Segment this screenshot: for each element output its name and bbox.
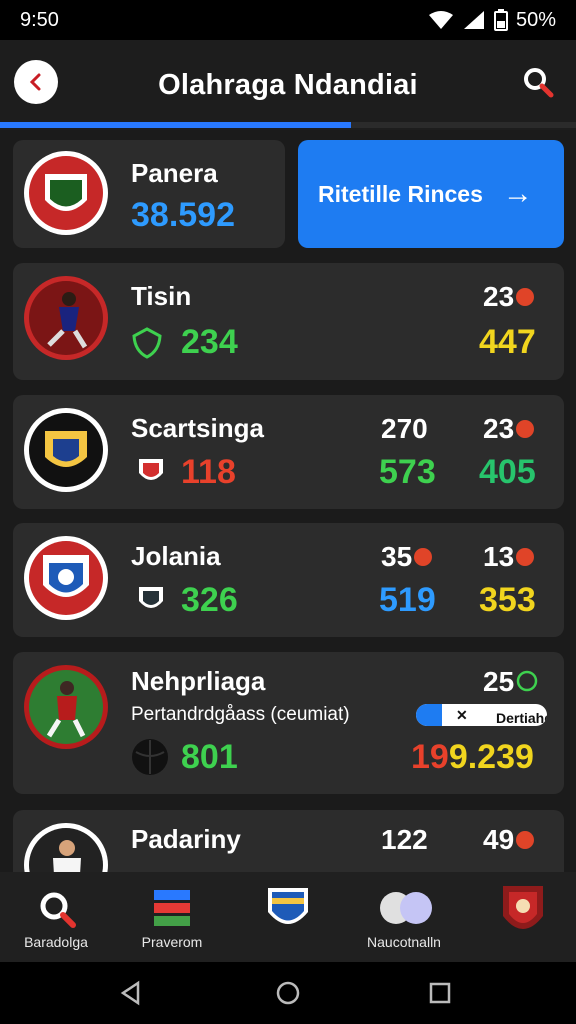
card-value: 801 <box>181 738 238 776</box>
status-time: 9:50 <box>20 8 59 31</box>
header-progress <box>0 122 576 128</box>
summary-name: Panera <box>131 158 218 188</box>
combined-left: 19 <box>411 738 449 776</box>
stat-b-label: 49 <box>483 824 535 856</box>
summary-card[interactable]: Panera 38.592 <box>13 140 285 248</box>
nav-item-stats[interactable]: Praverom <box>122 872 222 962</box>
header-progress-fill <box>0 122 352 128</box>
card-name: Padariny <box>131 824 241 854</box>
team-crest-icon <box>24 408 108 492</box>
player-card-padariny[interactable]: Padariny 122 49 <box>13 810 564 872</box>
card-subtitle: Pertandrdgåass (ceumiat) <box>131 704 350 725</box>
club-badge-icon <box>139 587 163 608</box>
team-crest-icon <box>24 151 108 235</box>
status-bar: 9:50 50% <box>0 0 576 40</box>
ball-icon <box>516 419 535 438</box>
cta-label: Ritetille Rinces <box>318 180 483 207</box>
search-icon <box>524 68 554 98</box>
stat-a-text: 35 <box>381 541 413 572</box>
ball-icon <box>516 547 535 566</box>
stat-a-label: 122 <box>381 824 428 855</box>
card-value: 326 <box>181 581 238 619</box>
combined-right: 9.239 <box>448 738 534 776</box>
home-circle-icon[interactable] <box>275 980 301 1006</box>
nav-item-balls[interactable]: Naucotnalln <box>354 872 454 962</box>
card-value: 234 <box>181 323 238 361</box>
stat-a-label: 35 <box>381 541 433 573</box>
signal-icon <box>463 11 484 29</box>
player-card-scartsinga[interactable]: Scartsinga 118 270 573 23 405 <box>13 395 564 509</box>
card-name: Tisin <box>131 281 192 311</box>
toggle-label: Dertiahdac ✕ <box>456 707 547 726</box>
card-name: Jolania <box>131 541 221 571</box>
stat-b-label: 23 <box>483 281 535 313</box>
nav-item-shield[interactable] <box>474 872 574 962</box>
recents-square-icon[interactable] <box>428 980 452 1006</box>
stat-a-label: 270 <box>381 413 428 444</box>
status-ring-icon <box>516 670 538 691</box>
back-button[interactable] <box>14 60 58 104</box>
stat-a-value: 573 <box>379 453 436 491</box>
nav-label: Naucotnalln <box>367 934 441 950</box>
wifi-icon <box>428 11 453 29</box>
stat-b-text: 49 <box>483 824 515 855</box>
player-card-jolania[interactable]: Jolania 326 35 519 13 353 <box>13 523 564 637</box>
shield-stat-icon <box>132 327 162 359</box>
stat-b-text: 23 <box>483 413 515 444</box>
stat-b-value: 447 <box>479 323 536 361</box>
stat-b-label: 25 <box>483 666 538 698</box>
nav-label: Praverom <box>141 934 203 950</box>
crest-icon <box>268 888 308 924</box>
card-value: 118 <box>181 453 236 491</box>
club-badge-icon <box>139 459 163 480</box>
summary-value: 38.592 <box>131 196 235 234</box>
search-icon <box>40 892 76 928</box>
player-card-tisin[interactable]: Tisin 234 23 447 <box>13 263 564 380</box>
stat-b-text: 23 <box>483 281 515 312</box>
nav-item-search[interactable]: Baradolga <box>6 872 106 962</box>
ball-icon <box>132 739 168 775</box>
ball-icon <box>516 830 535 849</box>
stat-b-label: 13 <box>483 541 535 573</box>
status-icons: 50% <box>428 9 556 32</box>
combined-value: 199.239 <box>411 738 534 777</box>
nav-label: Baradolga <box>24 934 88 950</box>
stat-b-value: 405 <box>479 453 536 491</box>
stat-b-value: 353 <box>479 581 536 619</box>
cta-button[interactable]: Ritetille Rinces → <box>298 140 564 248</box>
bottom-nav: Baradolga Praverom Naucotnalln <box>0 872 576 962</box>
back-triangle-icon[interactable] <box>118 980 144 1006</box>
page-title: Olahraga Ndandiai <box>158 68 418 101</box>
toggle-knob <box>416 704 442 726</box>
app-bar: Olahraga Ndandiai <box>0 40 576 130</box>
toggle-text: Dertiahdac <box>496 710 547 726</box>
ball-icon <box>516 287 535 306</box>
search-button[interactable] <box>518 62 558 102</box>
content-list[interactable]: Panera 38.592 Ritetille Rinces → Tisin 2… <box>0 130 576 872</box>
chevron-left-icon <box>29 73 41 91</box>
balls-icon <box>380 892 432 924</box>
shield-icon <box>503 886 543 929</box>
system-nav-bar <box>0 962 576 1024</box>
stat-b-text: 13 <box>483 541 515 572</box>
stats-icon <box>154 890 190 926</box>
card-name: Scartsinga <box>131 413 264 443</box>
stat-b-label: 23 <box>483 413 535 445</box>
stat-b-text: 25 <box>483 666 515 697</box>
battery-level: 50% <box>515 8 556 31</box>
player-avatar <box>24 665 108 749</box>
team-crest-icon <box>24 536 108 620</box>
player-avatar <box>24 823 108 872</box>
player-card-nehprliaga[interactable]: Nehprliaga Pertandrdgåass (ceumiat) 801 … <box>13 652 564 794</box>
nav-item-crest[interactable] <box>238 872 338 962</box>
card-name: Nehprliaga <box>131 666 266 696</box>
battery-icon <box>493 9 508 31</box>
details-toggle[interactable]: Dertiahdac ✕ <box>416 704 547 726</box>
ball-icon <box>414 547 433 566</box>
arrow-right-icon: → <box>502 177 533 210</box>
stat-a-value: 519 <box>379 581 436 619</box>
player-avatar <box>24 276 108 360</box>
